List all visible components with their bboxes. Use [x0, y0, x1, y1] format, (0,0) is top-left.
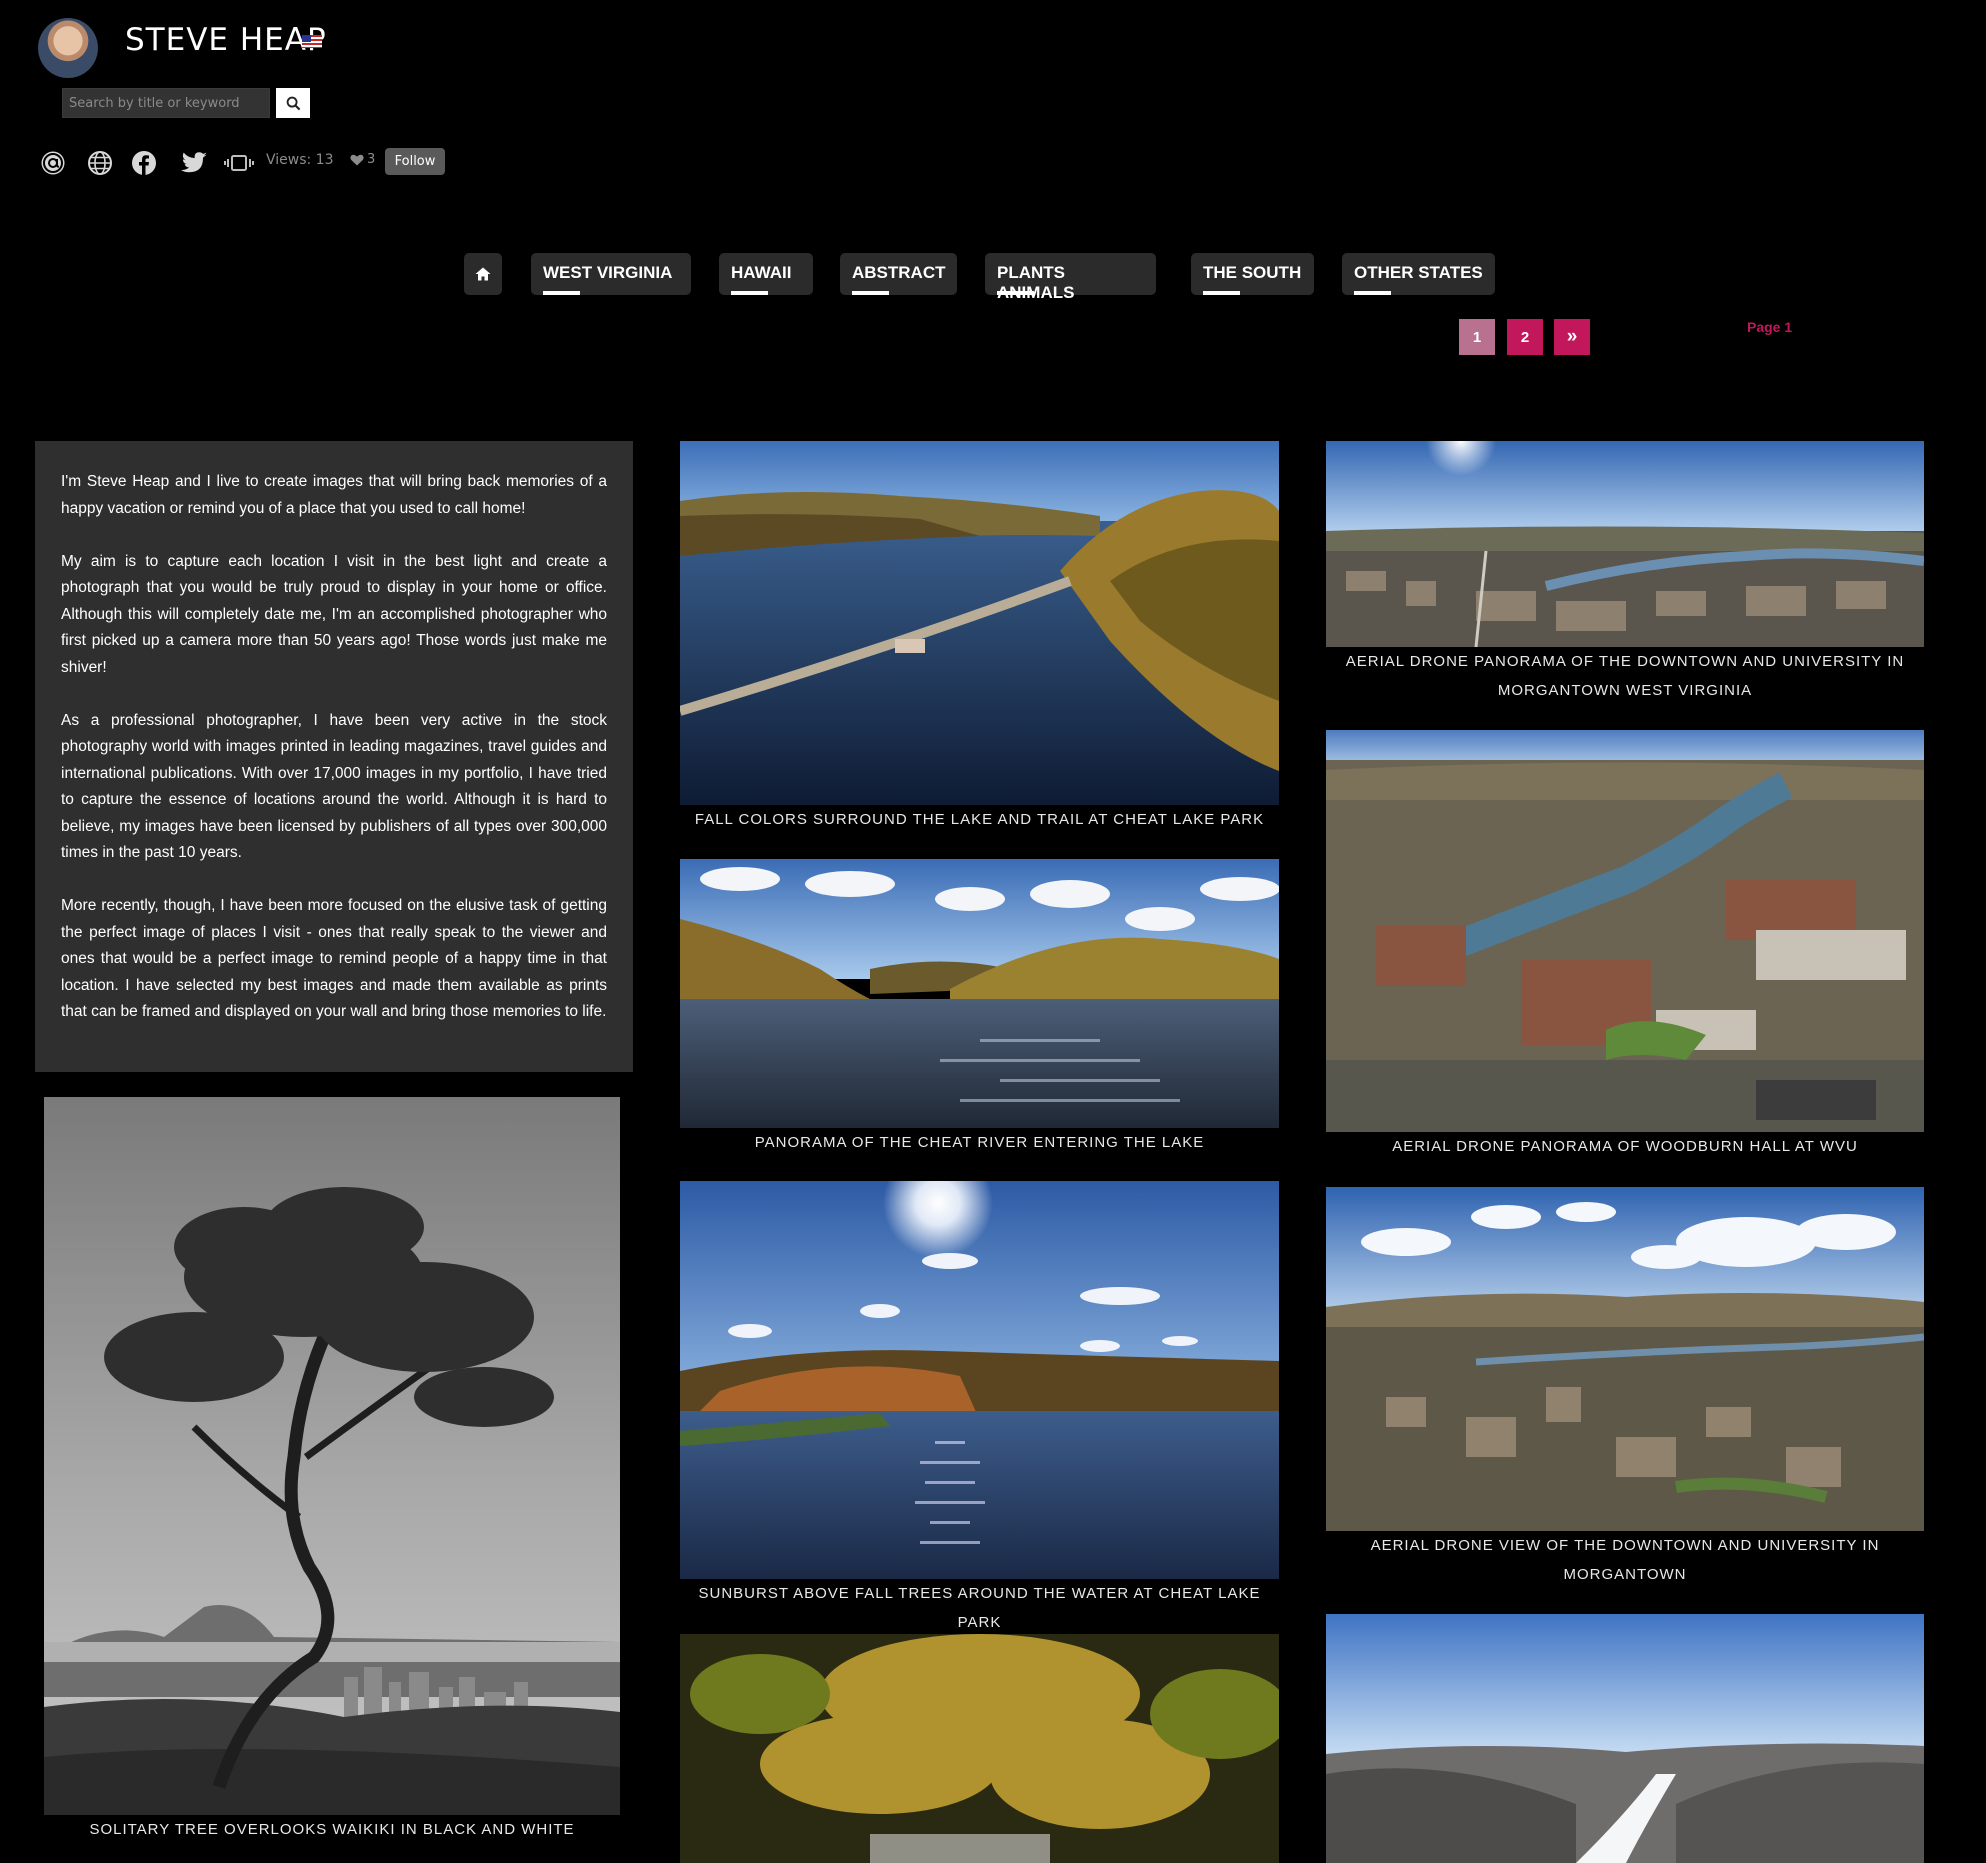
- photo-fall-forest-stream[interactable]: [680, 1634, 1279, 1863]
- nav-tab-hawaii[interactable]: HAWAII: [719, 253, 813, 295]
- photo-image: [680, 1634, 1279, 1863]
- photo-image: [44, 1097, 620, 1815]
- facebook-icon: [132, 151, 156, 175]
- nav-tab-the-south[interactable]: THE SOUTH: [1191, 253, 1314, 295]
- photo-caption[interactable]: SOLITARY TREE OVERLOOKS WAIKIKI IN BLACK…: [44, 1815, 620, 1844]
- nav-tab-label: PLANTS ANIMALS: [997, 263, 1075, 302]
- photo-image: [1326, 1614, 1924, 1863]
- nav-tab-other-states[interactable]: OTHER STATES: [1342, 253, 1495, 295]
- search-input[interactable]: [62, 88, 270, 118]
- twitter-link[interactable]: [178, 148, 210, 178]
- likes-count: 3: [367, 152, 376, 167]
- photo-sunburst-cheat-lake[interactable]: [680, 1181, 1279, 1579]
- page-button-2[interactable]: 2: [1507, 319, 1543, 355]
- photo-cheat-river-panorama[interactable]: [680, 859, 1279, 1128]
- photo-caption[interactable]: AERIAL DRONE PANORAMA OF WOODBURN HALL A…: [1326, 1132, 1924, 1161]
- photo-caption[interactable]: SUNBURST ABOVE FALL TREES AROUND THE WAT…: [680, 1579, 1279, 1637]
- photo-image: [1326, 1187, 1924, 1531]
- page-button-1[interactable]: 1: [1459, 319, 1495, 355]
- search-icon: [286, 96, 300, 110]
- nav-home[interactable]: [464, 253, 502, 295]
- photo-caption[interactable]: PANORAMA OF THE CHEAT RIVER ENTERING THE…: [680, 1128, 1279, 1157]
- heart-icon: [350, 154, 364, 165]
- photo-image: [680, 441, 1279, 805]
- photo-image: [680, 859, 1279, 1128]
- twitter-icon: [181, 152, 207, 173]
- photo-caption[interactable]: AERIAL DRONE VIEW OF THE DOWNTOWN AND UN…: [1326, 1531, 1924, 1589]
- page-indicator: Page 1: [1747, 319, 1793, 335]
- nav-tab-west-virginia[interactable]: WEST VIRGINIA: [531, 253, 691, 295]
- email-at-icon: [41, 151, 65, 175]
- photo-caption[interactable]: FALL COLORS SURROUND THE LAKE AND TRAIL …: [680, 805, 1279, 834]
- photo-morgantown-downtown[interactable]: [1326, 1187, 1924, 1531]
- photo-snowy-gorge[interactable]: [1326, 1614, 1924, 1863]
- website-link[interactable]: [85, 148, 115, 178]
- photo-cheat-lake-trail[interactable]: [680, 441, 1279, 805]
- search-button[interactable]: [276, 88, 310, 118]
- nav-tab-abstract[interactable]: ABSTRACT: [840, 253, 957, 295]
- nav-tab-plants-animals[interactable]: PLANTS ANIMALS: [985, 253, 1156, 302]
- globe-icon: [88, 151, 112, 175]
- follow-button[interactable]: Follow: [385, 148, 445, 175]
- artist-avatar[interactable]: [38, 18, 98, 78]
- photo-caption[interactable]: AERIAL DRONE PANORAMA OF THE DOWNTOWN AN…: [1326, 647, 1924, 705]
- nav-tab-label: OTHER STATES: [1354, 263, 1483, 282]
- facebook-link[interactable]: [129, 148, 159, 178]
- nav-tab-label: WEST VIRGINIA: [543, 263, 673, 282]
- photo-image: [1326, 730, 1924, 1132]
- email-link[interactable]: [38, 148, 68, 178]
- likes[interactable]: 3: [350, 152, 375, 167]
- photo-solitary-tree[interactable]: [44, 1097, 620, 1815]
- views-count: Views: 13: [266, 152, 334, 168]
- photo-image: [680, 1181, 1279, 1579]
- nav-tab-label: HAWAII: [731, 263, 792, 282]
- photo-image: [1326, 441, 1924, 647]
- photo-morgantown-panorama[interactable]: [1326, 441, 1924, 647]
- bio-paragraph: As a professional photographer, I have b…: [61, 711, 607, 862]
- vibrate-link[interactable]: [223, 148, 255, 178]
- next-page-button[interactable]: »: [1554, 319, 1590, 355]
- home-icon: [475, 267, 491, 281]
- nav-tab-label: THE SOUTH: [1203, 263, 1302, 282]
- artist-bio: I'm Steve Heap and I live to create imag…: [35, 441, 633, 1072]
- photo-woodburn-hall[interactable]: [1326, 730, 1924, 1132]
- us-flag-icon: [302, 35, 322, 48]
- nav-tab-label: ABSTRACT: [852, 263, 946, 282]
- bio-paragraph: More recently, though, I have been more …: [61, 897, 607, 1020]
- vibration-icon: [224, 155, 254, 171]
- artist-name[interactable]: STEVE HEAP: [125, 22, 327, 58]
- bio-paragraph: I'm Steve Heap and I live to create imag…: [61, 473, 607, 517]
- bio-paragraph: My aim is to capture each location I vis…: [61, 552, 607, 676]
